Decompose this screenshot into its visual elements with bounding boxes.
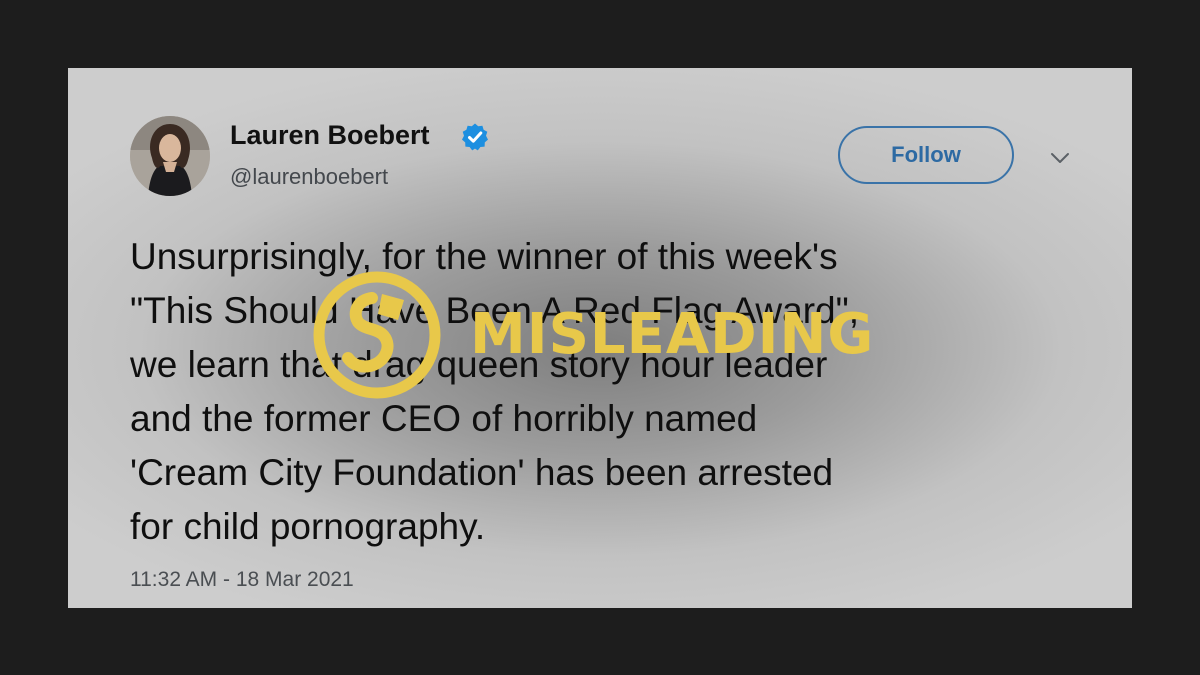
profile-photo (130, 116, 210, 196)
author-handle[interactable]: @laurenboebert (230, 164, 388, 190)
tweet-timestamp[interactable]: 11:32 AM - 18 Mar 2021 (130, 568, 354, 592)
chevron-down-icon[interactable] (1048, 146, 1072, 170)
tweet-text-line: and the former CEO of horribly named (130, 398, 758, 439)
tweet-text: Unsurprisingly, for the winner of this w… (130, 230, 1120, 554)
tweet-text-line: for child pornography. (130, 506, 486, 547)
verified-badge-icon (462, 123, 488, 151)
tweet-text-line: Unsurprisingly, for the winner of this w… (130, 236, 838, 277)
tweet-text-line: 'Cream City Foundation' has been arreste… (130, 452, 834, 493)
avatar[interactable] (130, 116, 210, 196)
author-name[interactable]: Lauren Boebert (230, 120, 430, 151)
follow-button[interactable]: Follow (838, 126, 1014, 184)
tweet-card: Lauren Boebert @laurenboebert Follow Uns… (68, 68, 1132, 608)
image-frame: Lauren Boebert @laurenboebert Follow Uns… (0, 0, 1200, 675)
tweet-text-line: "This Should Have Been A Red Flag Award"… (130, 290, 860, 331)
tweet-text-line: we learn that drag queen story hour lead… (130, 344, 828, 385)
